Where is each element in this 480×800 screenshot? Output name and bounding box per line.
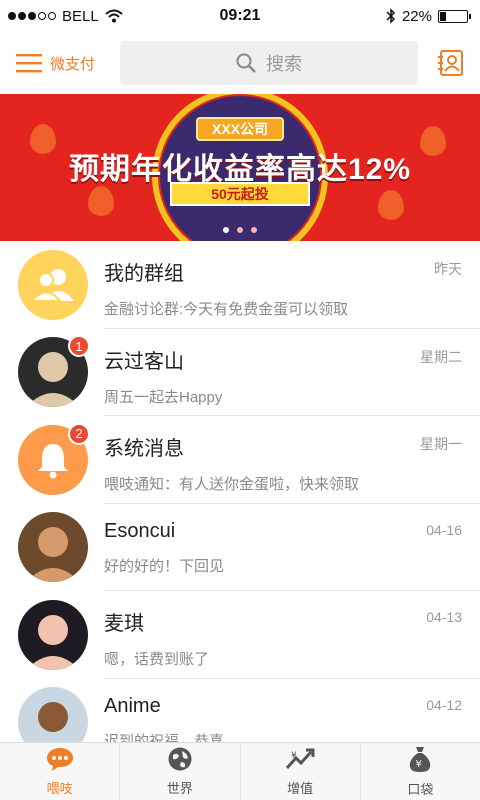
tab-label: 口袋: [407, 782, 434, 797]
conversation-content: 麦琪嗯，话费到账了 04-13: [104, 591, 480, 679]
group-icon: [30, 268, 74, 302]
conversation-time: 04-16: [426, 521, 462, 538]
chat-bubble-icon: [45, 746, 75, 775]
conversation-title: Esoncui: [104, 519, 176, 542]
conversation-row[interactable]: Anime 迟到的祝福，恭喜 04-12: [0, 679, 480, 743]
avatar[interactable]: [18, 249, 88, 320]
tab-label: 喂吱: [46, 781, 73, 796]
signal-strength-icon: [8, 12, 56, 20]
search-input[interactable]: 搜索: [120, 41, 418, 85]
battery-icon: [438, 9, 471, 23]
conversation-list: 我的群组金融讨论群:今天有免费金蛋可以领取 昨天 1 云过客山周五一起去Happy 星期…: [0, 241, 480, 742]
user-photo-avatar: [26, 614, 80, 670]
avatar[interactable]: [18, 687, 88, 742]
bluetooth-icon: [386, 8, 396, 24]
conversation-title: 系统消息: [104, 438, 184, 460]
banner-company-tag: XXX公司: [196, 117, 284, 141]
contacts-book-icon: [438, 50, 463, 76]
user-photo-avatar: [38, 702, 68, 733]
conversation-content: Anime 迟到的祝福，恭喜 04-12: [104, 679, 480, 743]
user-photo-avatar: [26, 527, 80, 583]
app-header: 微支付 搜索: [0, 32, 480, 94]
conversation-content: 云过客山周五一起去Happy 星期二: [104, 329, 480, 416]
wifi-icon: [105, 9, 123, 23]
avatar[interactable]: [18, 599, 88, 670]
bottom-tab-bar: 喂吱 世界 ¥ 增值 ¥ 口袋: [0, 742, 480, 800]
conversation-time: 星期一: [420, 436, 462, 452]
tab-globe[interactable]: 世界: [120, 743, 241, 800]
conversation-content: 我的群组金融讨论群:今天有免费金蛋可以领取 昨天: [104, 241, 480, 329]
conversation-preview: 好的好的！下回见: [104, 557, 225, 575]
unread-badge: 1: [68, 335, 90, 358]
tab-money-bag[interactable]: ¥ 口袋: [361, 743, 480, 800]
search-placeholder: 搜索: [266, 54, 302, 74]
wallet-menu-label: 微支付: [50, 55, 96, 73]
svg-text:¥: ¥: [416, 759, 422, 770]
conversation-row[interactable]: 麦琪嗯，话费到账了 04-13: [0, 591, 480, 679]
carrier-label: BELL: [62, 7, 99, 25]
conversation-preview: 喂吱通知：有人送你金蛋啦，快来领取: [104, 476, 360, 493]
money-bag-icon: ¥: [408, 745, 432, 776]
banner-subtitle: 50元起投: [170, 182, 310, 206]
tab-chat-bubble[interactable]: 喂吱: [0, 743, 121, 800]
growth-icon: ¥: [285, 746, 315, 775]
conversation-title: 我的群组: [104, 263, 184, 285]
banner-page-indicator: [0, 227, 480, 233]
conversation-title: 云过客山: [104, 350, 184, 373]
conversation-row[interactable]: Esoncui 好的好的！下回见 04-16: [0, 504, 480, 591]
contacts-button[interactable]: [434, 46, 468, 80]
globe-icon: [167, 746, 193, 775]
wallet-menu-button[interactable]: 微支付: [16, 53, 120, 74]
tab-growth[interactable]: ¥ 增值: [241, 743, 361, 800]
conversation-row[interactable]: 1 云过客山周五一起去Happy 星期二: [0, 329, 480, 416]
promo-banner[interactable]: XXX公司 预期年化收益率高达12% 50元起投: [0, 94, 480, 241]
conversation-time: 星期二: [420, 348, 462, 365]
banner-dot[interactable]: [237, 227, 243, 233]
search-icon: [236, 53, 256, 73]
conversation-time: 04-13: [426, 609, 462, 625]
tab-label: 世界: [166, 781, 193, 796]
avatar[interactable]: [18, 512, 88, 583]
conversation-content: Esoncui 好的好的！下回见 04-16: [104, 504, 480, 591]
conversation-content: 系统消息喂吱通知：有人送你金蛋啦，快来领取 星期一: [104, 416, 480, 504]
banner-dot[interactable]: [223, 227, 229, 233]
bell-icon: [38, 443, 68, 479]
svg-text:¥: ¥: [291, 751, 297, 761]
conversation-preview: 周五一起去Happy: [104, 388, 223, 406]
conversation-title: Anime: [104, 694, 161, 717]
conversation-preview: 金融讨论群:今天有免费金蛋可以领取: [104, 301, 349, 318]
conversation-title: 麦琪: [104, 613, 144, 635]
avatar[interactable]: 1: [18, 335, 90, 408]
avatar[interactable]: 2: [18, 422, 90, 495]
conversation-row[interactable]: 我的群组金融讨论群:今天有免费金蛋可以领取 昨天: [0, 241, 480, 329]
unread-badge: 2: [68, 422, 90, 445]
decor-leaf: [378, 190, 404, 220]
tab-label: 增值: [287, 781, 314, 796]
status-left: BELL: [8, 8, 123, 25]
status-bar: BELL 09:21 22%: [0, 0, 480, 32]
conversation-row[interactable]: 2 系统消息喂吱通知：有人送你金蛋啦，快来领取 星期一: [0, 416, 480, 504]
conversation-preview: 嗯，话费到账了: [104, 651, 210, 668]
menu-icon: [16, 54, 42, 73]
conversation-time: 昨天: [434, 261, 462, 277]
decor-leaf: [88, 186, 114, 216]
status-right: 22%: [386, 7, 471, 25]
battery-percent: 22%: [401, 7, 432, 25]
banner-dot[interactable]: [251, 227, 257, 233]
conversation-preview: 迟到的祝福，恭喜: [104, 732, 225, 743]
conversation-time: 04-12: [426, 696, 462, 713]
